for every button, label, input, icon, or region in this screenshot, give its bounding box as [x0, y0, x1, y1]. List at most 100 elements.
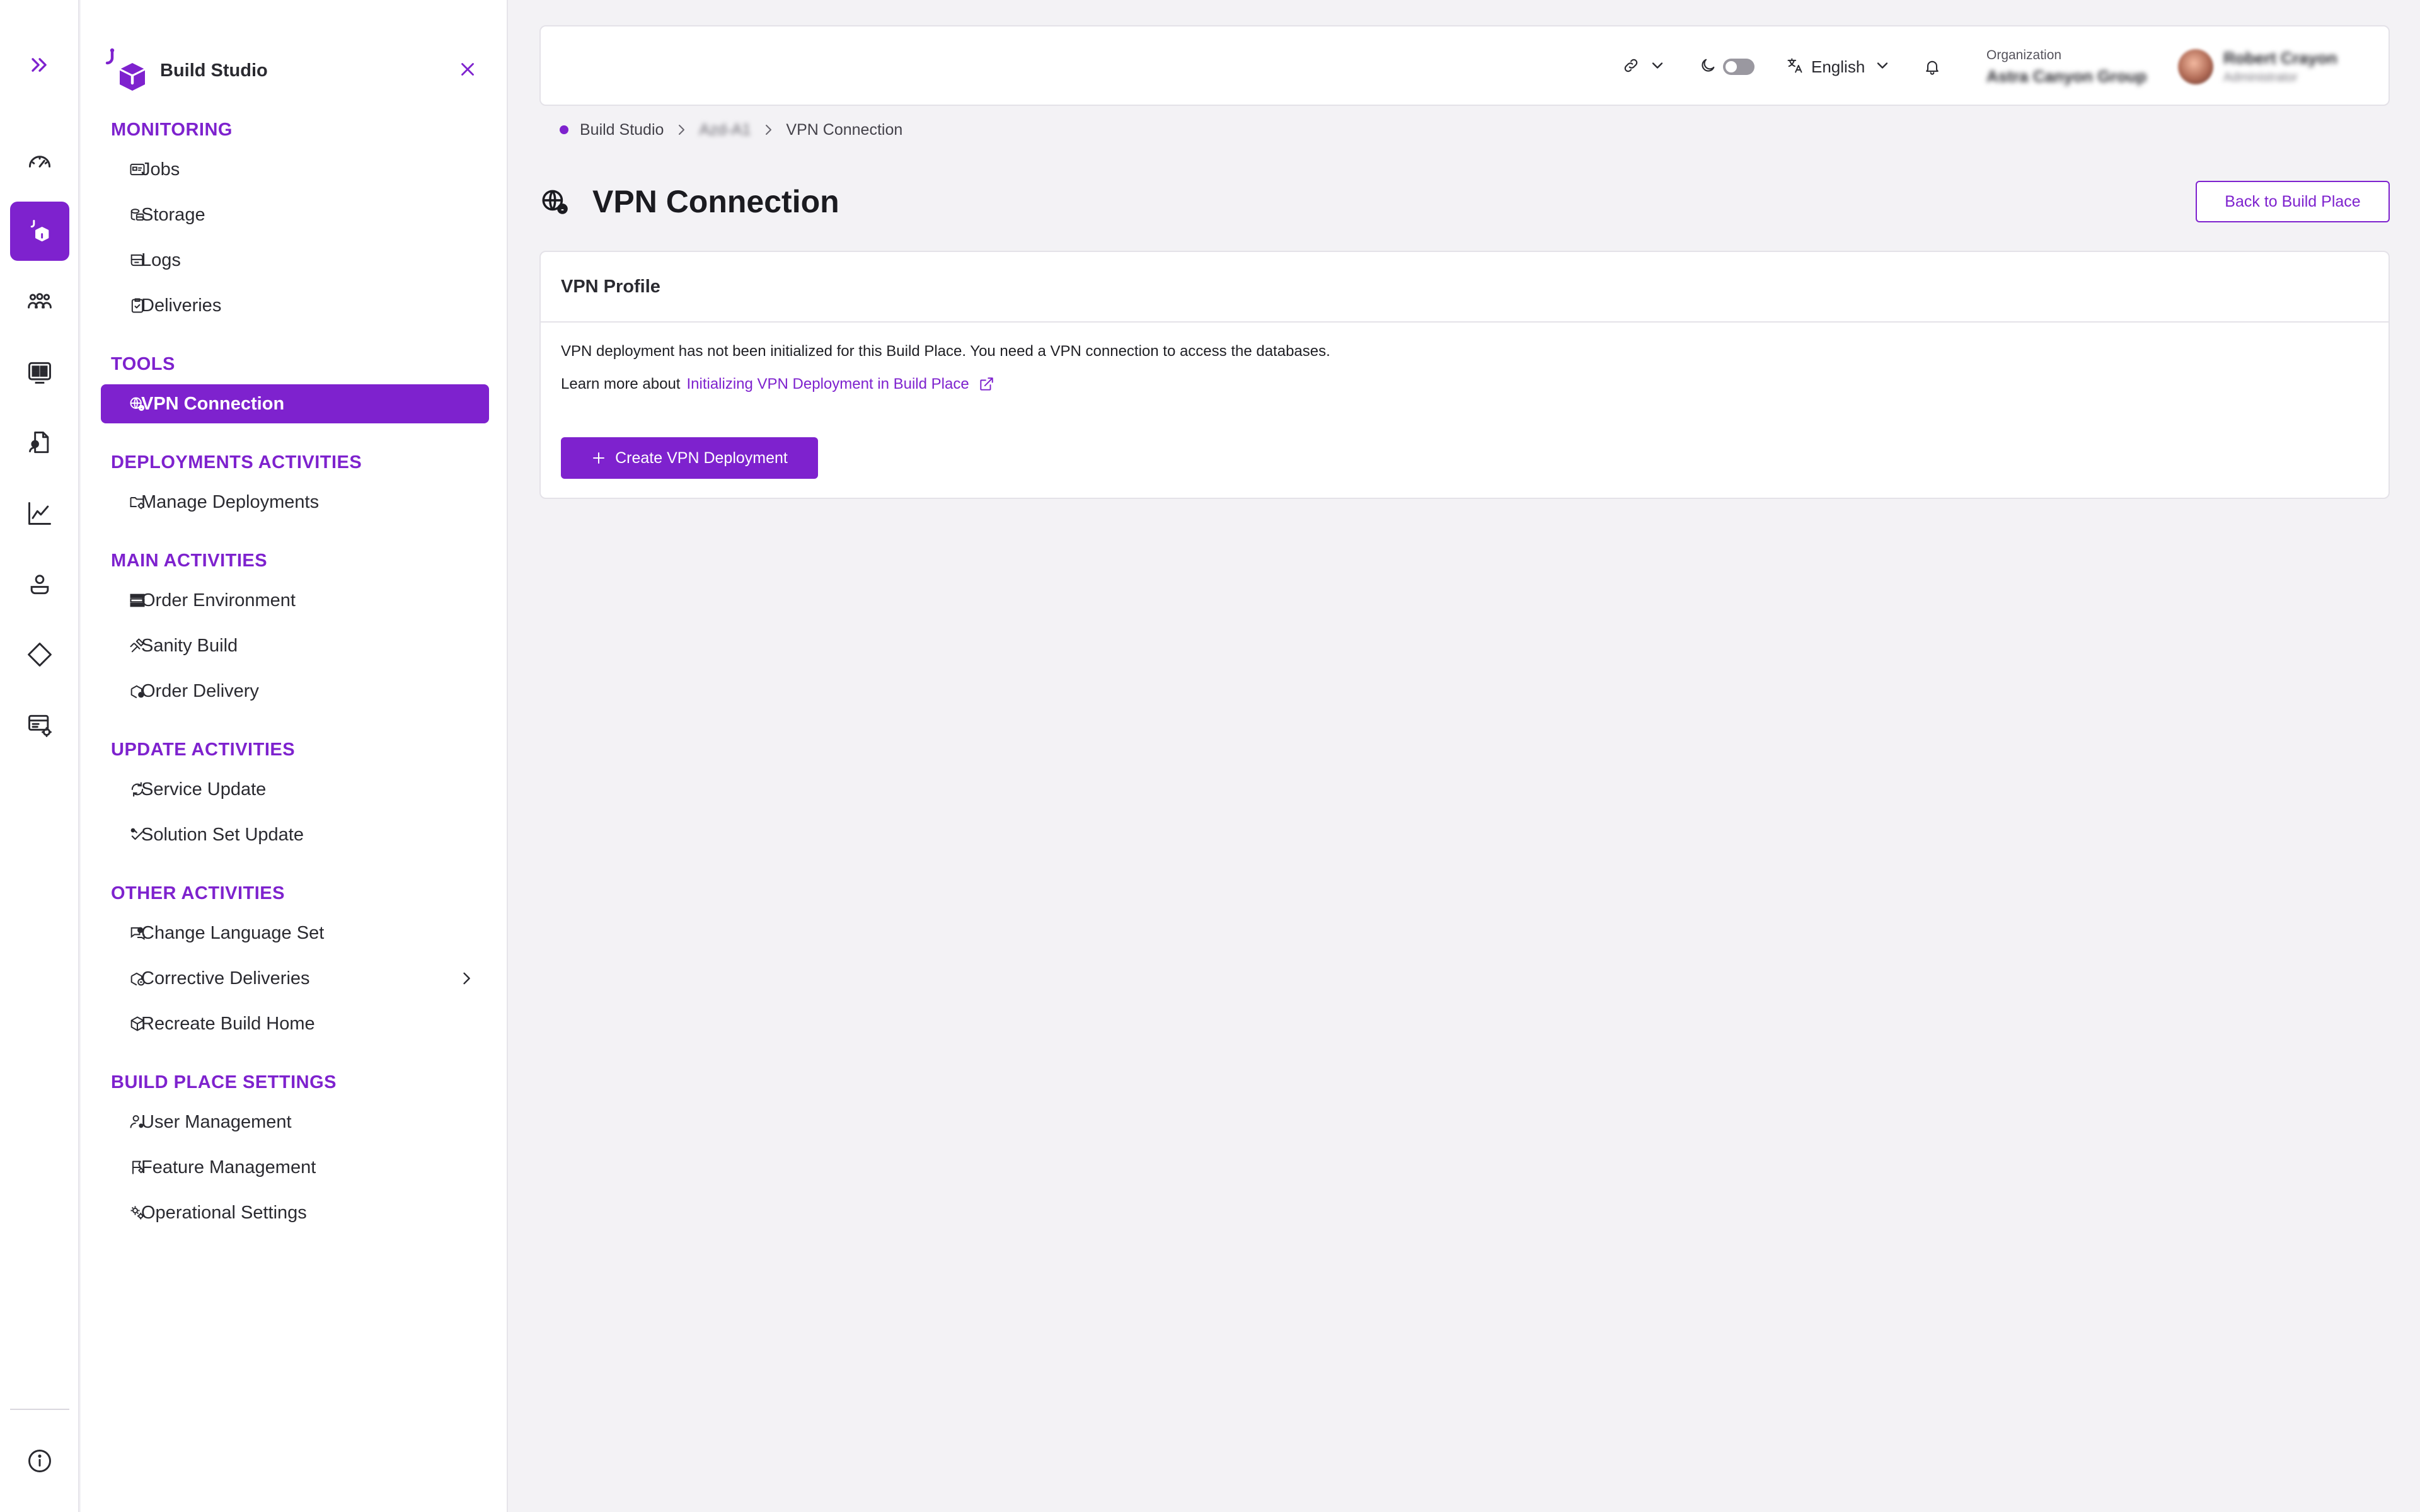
sidebar-item-label: Solution Set Update — [141, 824, 304, 845]
cube-icon — [129, 1015, 146, 1033]
section-deployments-activities: DEPLOYMENTS ACTIVITIES — [111, 452, 362, 472]
sidebar-item-label: Logs — [141, 249, 181, 270]
learn-more-prefix: Learn more about — [561, 375, 681, 392]
rail-divider — [10, 1409, 69, 1410]
clipboard-check-icon — [129, 297, 146, 314]
breadcrumb-build-place[interactable]: Azd-A1 — [699, 121, 751, 139]
create-vpn-deployment-button[interactable]: Create VPN Deployment — [561, 437, 818, 479]
gears-icon — [129, 1204, 146, 1222]
organization-info[interactable]: Organization Astra Canyon Group — [1986, 26, 2146, 107]
chevron-right-icon — [674, 122, 689, 137]
sidebar-item-label: Corrective Deliveries — [141, 968, 310, 988]
team-icon[interactable] — [10, 272, 69, 331]
delivery-package-icon — [129, 682, 146, 700]
build-tools-icon — [129, 637, 146, 655]
jobs-icon — [129, 161, 146, 178]
section-other-activities: OTHER ACTIVITIES — [111, 883, 285, 903]
link-menu[interactable] — [1622, 26, 1666, 107]
sidebar-item-label: Jobs — [141, 159, 180, 180]
sidebar-item-label: Recreate Build Home — [141, 1013, 315, 1034]
sidebar-item-operational-settings[interactable]: Operational Settings — [101, 1193, 489, 1232]
close-icon[interactable] — [454, 55, 481, 83]
user-profile-icon[interactable] — [10, 554, 69, 614]
language-chat-icon — [129, 924, 146, 942]
section-build-place-settings: BUILD PLACE SETTINGS — [111, 1072, 337, 1092]
section-main-activities: MAIN ACTIVITIES — [111, 551, 268, 571]
server-settings-icon[interactable] — [10, 696, 69, 755]
translate-icon — [1786, 57, 1804, 77]
sidebar-item-manage-deployments[interactable]: Manage Deployments — [101, 483, 489, 522]
breadcrumb-dot — [560, 125, 568, 134]
breadcrumb: Build Studio Azd-A1 VPN Connection — [560, 118, 902, 141]
chevron-right-icon[interactable] — [458, 970, 475, 987]
grid-board-icon[interactable] — [10, 343, 69, 402]
chevron-right-icon — [761, 122, 776, 137]
sidebar-item-label: Sanity Build — [141, 635, 238, 656]
sidebar-item-deliveries[interactable]: Deliveries — [101, 286, 489, 325]
link-icon — [1622, 57, 1640, 77]
user-name: Robert Crayon — [2223, 49, 2337, 67]
expand-icon[interactable] — [10, 35, 69, 94]
user-settings-icon — [129, 1113, 146, 1131]
vpn-status-message: VPN deployment has not been initialized … — [561, 343, 1330, 360]
top-bar: English Organization Astra Canyon Group … — [539, 25, 2390, 106]
diamond-icon[interactable] — [10, 625, 69, 684]
sidebar-item-jobs[interactable]: Jobs — [101, 150, 489, 189]
sidebar-item-label: Order Environment — [141, 590, 296, 610]
info-icon[interactable] — [10, 1431, 69, 1491]
external-link-icon[interactable] — [978, 376, 994, 392]
back-to-build-place-button[interactable]: Back to Build Place — [2196, 181, 2390, 222]
analytics-chart-icon[interactable] — [10, 484, 69, 543]
page-title: VPN Connection — [592, 184, 839, 219]
vpn-profile-card: VPN Profile VPN deployment has not been … — [539, 251, 2390, 499]
toggle-switch[interactable] — [1723, 59, 1754, 75]
sidebar-item-label: Manage Deployments — [141, 491, 320, 512]
navigation-panel: Build Studio MONITORING Jobs Storage Log… — [81, 0, 508, 1512]
sidebar-item-sanity-build[interactable]: Sanity Build — [101, 626, 489, 665]
section-monitoring: MONITORING — [111, 120, 233, 140]
language-selector[interactable]: English — [1786, 26, 1891, 107]
logs-icon — [129, 251, 146, 269]
sidebar-item-order-delivery[interactable]: Order Delivery — [101, 672, 489, 711]
avatar[interactable] — [2178, 49, 2213, 84]
sidebar-item-service-update[interactable]: Service Update — [101, 770, 489, 809]
sidebar-item-label: Feature Management — [141, 1157, 316, 1177]
section-update-activities: UPDATE ACTIVITIES — [111, 740, 296, 760]
learn-more-row: Learn more about Initializing VPN Deploy… — [561, 375, 994, 393]
bell-icon[interactable] — [1923, 26, 1941, 107]
dashboard-icon[interactable] — [10, 132, 69, 192]
learn-more-link[interactable]: Initializing VPN Deployment in Build Pla… — [686, 375, 969, 393]
document-person-icon[interactable] — [10, 413, 69, 472]
brand: Build Studio — [100, 45, 268, 96]
sidebar-item-recreate-build-home[interactable]: Recreate Build Home — [101, 1004, 489, 1043]
sidebar-item-storage[interactable]: Storage — [101, 195, 489, 234]
user-menu[interactable]: Robert Crayon Administrator — [2178, 26, 2337, 107]
sidebar-item-order-environment[interactable]: Order Environment — [101, 581, 489, 620]
folder-settings-icon — [129, 493, 146, 511]
breadcrumb-root[interactable]: Build Studio — [580, 121, 664, 139]
breadcrumb-current: VPN Connection — [786, 120, 903, 139]
page-header: VPN Connection — [539, 181, 839, 222]
sidebar-item-logs[interactable]: Logs — [101, 241, 489, 280]
language-label: English — [1811, 57, 1865, 76]
sidebar-item-feature-management[interactable]: Feature Management — [101, 1148, 489, 1187]
dark-mode-toggle[interactable] — [1699, 26, 1754, 107]
organization-label: Organization — [1986, 47, 2062, 62]
plus-icon — [591, 450, 606, 466]
sidebar-item-label: Storage — [141, 204, 205, 225]
create-button-label: Create VPN Deployment — [615, 449, 788, 467]
solution-update-icon — [129, 826, 146, 844]
organization-name: Astra Canyon Group — [1986, 66, 2147, 86]
sidebar-item-vpn-connection[interactable]: VPN Connection — [101, 384, 489, 423]
stack-layers-icon — [129, 592, 146, 609]
sidebar-item-label: VPN Connection — [141, 393, 285, 414]
sidebar-item-label: Change Language Set — [141, 922, 325, 943]
sidebar-item-solution-set-update[interactable]: Solution Set Update — [101, 815, 489, 854]
globe-lock-icon — [129, 395, 146, 413]
sidebar-item-change-language-set[interactable]: Change Language Set — [101, 914, 489, 953]
sidebar-item-user-management[interactable]: User Management — [101, 1102, 489, 1142]
build-studio-icon[interactable] — [10, 202, 69, 261]
card-title: VPN Profile — [541, 252, 2388, 323]
storage-icon — [129, 206, 146, 224]
sidebar-item-corrective-deliveries[interactable]: Corrective Deliveries — [101, 959, 489, 998]
